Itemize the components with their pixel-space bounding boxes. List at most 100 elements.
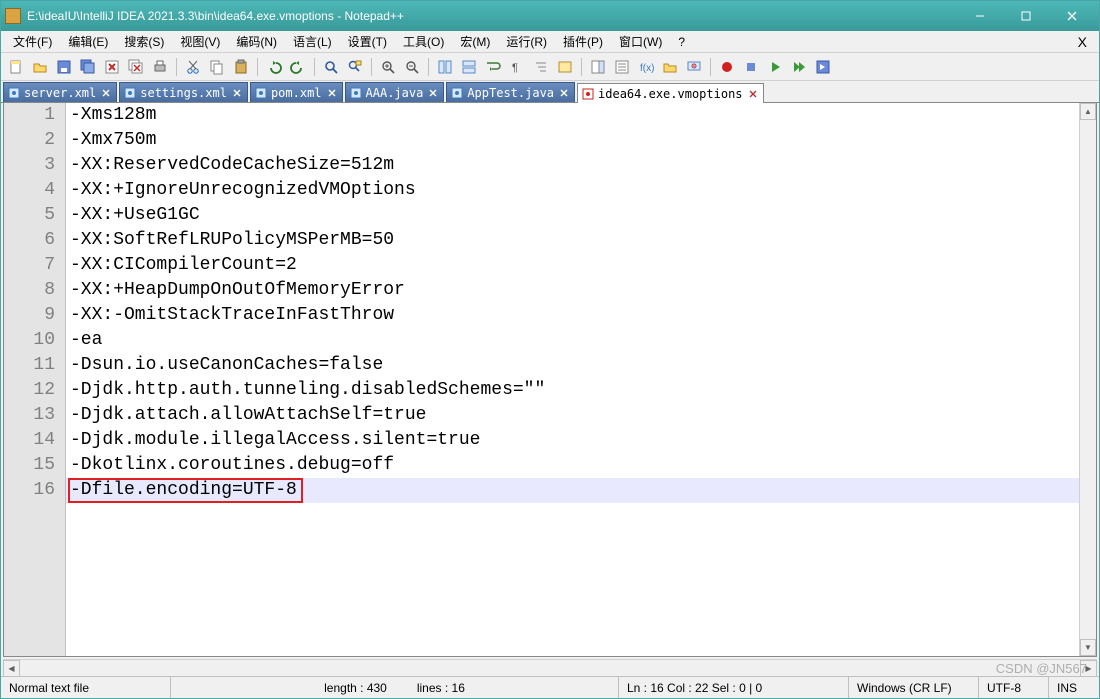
zoom-out-icon[interactable] — [401, 56, 423, 78]
menu-search[interactable]: 搜索(S) — [116, 31, 172, 52]
minimize-button[interactable] — [957, 1, 1003, 31]
menu-close-x[interactable]: X — [1070, 31, 1095, 52]
tab-pom-xml[interactable]: pom.xml — [250, 82, 343, 102]
app-window: E:\ideaIU\IntelliJ IDEA 2021.3.3\bin\ide… — [0, 0, 1100, 699]
menu-run[interactable]: 运行(R) — [498, 31, 555, 52]
file-icon — [8, 87, 20, 99]
scroll-track[interactable] — [1080, 120, 1096, 639]
status-length-lines: length : 430 lines : 16 — [171, 677, 619, 698]
show-all-chars-icon[interactable]: ¶ — [506, 56, 528, 78]
doc-list-icon[interactable] — [611, 56, 633, 78]
code-line[interactable]: -ea — [66, 328, 1079, 353]
paste-icon[interactable] — [230, 56, 252, 78]
code-line[interactable]: -Xms128m — [66, 103, 1079, 128]
open-file-icon[interactable] — [29, 56, 51, 78]
code-line[interactable]: -Djdk.http.auth.tunneling.disabledScheme… — [66, 378, 1079, 403]
menu-file[interactable]: 文件(F) — [5, 31, 60, 52]
tab-close-icon[interactable] — [558, 87, 570, 99]
menu-language[interactable]: 语言(L) — [285, 31, 340, 52]
code-line[interactable]: -Djdk.attach.allowAttachSelf=true — [66, 403, 1079, 428]
tabbar: server.xmlsettings.xmlpom.xmlAAA.java App… — [1, 81, 1099, 103]
tab-idea64-exe-vmoptions[interactable]: idea64.exe.vmoptions — [577, 83, 764, 103]
replace-icon[interactable] — [344, 56, 366, 78]
stop-macro-icon[interactable] — [740, 56, 762, 78]
horizontal-scrollbar[interactable]: ◀ ▶ — [3, 659, 1097, 676]
hscroll-track[interactable] — [20, 660, 1080, 676]
sync-hscroll-icon[interactable] — [458, 56, 480, 78]
word-wrap-icon[interactable] — [482, 56, 504, 78]
menu-window[interactable]: 窗口(W) — [611, 31, 670, 52]
status-eol[interactable]: Windows (CR LF) — [849, 677, 979, 698]
tab-close-icon[interactable] — [326, 87, 338, 99]
find-icon[interactable] — [320, 56, 342, 78]
close-file-icon[interactable] — [101, 56, 123, 78]
line-number: 14 — [4, 428, 55, 453]
code-line[interactable]: -XX:ReservedCodeCacheSize=512m — [66, 153, 1079, 178]
scroll-down-icon[interactable]: ▼ — [1080, 639, 1096, 656]
status-encoding[interactable]: UTF-8 — [979, 677, 1049, 698]
scroll-up-icon[interactable]: ▲ — [1080, 103, 1096, 120]
maximize-button[interactable] — [1003, 1, 1049, 31]
copy-icon[interactable] — [206, 56, 228, 78]
tab-aaa-java[interactable]: AAA.java — [345, 82, 445, 102]
code-line[interactable]: -XX:SoftRefLRUPolicyMSPerMB=50 — [66, 228, 1079, 253]
file-icon — [255, 87, 267, 99]
doc-map-icon[interactable] — [587, 56, 609, 78]
close-all-icon[interactable] — [125, 56, 147, 78]
code-line[interactable]: -Dsun.io.useCanonCaches=false — [66, 353, 1079, 378]
play-macro-icon[interactable] — [764, 56, 786, 78]
save-all-icon[interactable] — [77, 56, 99, 78]
status-ins[interactable]: INS — [1049, 677, 1099, 698]
line-number: 3 — [4, 153, 55, 178]
close-button[interactable] — [1049, 1, 1095, 31]
code-line[interactable]: -XX:CICompilerCount=2 — [66, 253, 1079, 278]
undo-icon[interactable] — [263, 56, 285, 78]
menu-settings[interactable]: 设置(T) — [340, 31, 395, 52]
tab-close-icon[interactable] — [747, 88, 759, 100]
tab-close-icon[interactable] — [427, 87, 439, 99]
code-line[interactable]: -XX:+HeapDumpOnOutOfMemoryError — [66, 278, 1079, 303]
tab-close-icon[interactable] — [100, 87, 112, 99]
menu-tools[interactable]: 工具(O) — [395, 31, 452, 52]
sync-vscroll-icon[interactable] — [434, 56, 456, 78]
menu-macro[interactable]: 宏(M) — [452, 31, 498, 52]
scroll-right-icon[interactable]: ▶ — [1080, 660, 1097, 677]
code-line[interactable]: -XX:-OmitStackTraceInFastThrow — [66, 303, 1079, 328]
indent-guide-icon[interactable] — [530, 56, 552, 78]
cut-icon[interactable] — [182, 56, 204, 78]
code-line[interactable]: -XX:+IgnoreUnrecognizedVMOptions — [66, 178, 1079, 203]
tab-apptest-java[interactable]: AppTest.java — [446, 82, 575, 102]
code-editor[interactable]: -Xms128m-Xmx750m-XX:ReservedCodeCacheSiz… — [66, 103, 1079, 656]
code-line[interactable]: -Djdk.module.illegalAccess.silent=true — [66, 428, 1079, 453]
play-multi-icon[interactable] — [788, 56, 810, 78]
tab-server-xml[interactable]: server.xml — [3, 82, 117, 102]
menu-view[interactable]: 视图(V) — [172, 31, 228, 52]
status-lines: lines : 16 — [417, 681, 465, 695]
menu-encoding[interactable]: 编码(N) — [228, 31, 285, 52]
menu-plugins[interactable]: 插件(P) — [555, 31, 611, 52]
function-list-icon[interactable]: f(x) — [635, 56, 657, 78]
tab-settings-xml[interactable]: settings.xml — [119, 82, 248, 102]
line-number: 5 — [4, 203, 55, 228]
vertical-scrollbar[interactable]: ▲ ▼ — [1079, 103, 1096, 656]
tab-close-icon[interactable] — [231, 87, 243, 99]
user-lang-icon[interactable] — [554, 56, 576, 78]
redo-icon[interactable] — [287, 56, 309, 78]
code-line[interactable]: -Dkotlinx.coroutines.debug=off — [66, 453, 1079, 478]
menu-edit[interactable]: 编辑(E) — [60, 31, 116, 52]
scroll-left-icon[interactable]: ◀ — [3, 660, 20, 677]
save-icon[interactable] — [53, 56, 75, 78]
new-file-icon[interactable] — [5, 56, 27, 78]
print-icon[interactable] — [149, 56, 171, 78]
tab-label: AppTest.java — [467, 86, 554, 100]
line-number: 9 — [4, 303, 55, 328]
code-line[interactable]: -Dfile.encoding=UTF-8 — [66, 478, 1079, 503]
folder-view-icon[interactable] — [659, 56, 681, 78]
save-macro-icon[interactable] — [812, 56, 834, 78]
zoom-in-icon[interactable] — [377, 56, 399, 78]
monitor-icon[interactable] — [683, 56, 705, 78]
code-line[interactable]: -Xmx750m — [66, 128, 1079, 153]
menu-help[interactable]: ? — [670, 31, 693, 52]
code-line[interactable]: -XX:+UseG1GC — [66, 203, 1079, 228]
record-macro-icon[interactable] — [716, 56, 738, 78]
